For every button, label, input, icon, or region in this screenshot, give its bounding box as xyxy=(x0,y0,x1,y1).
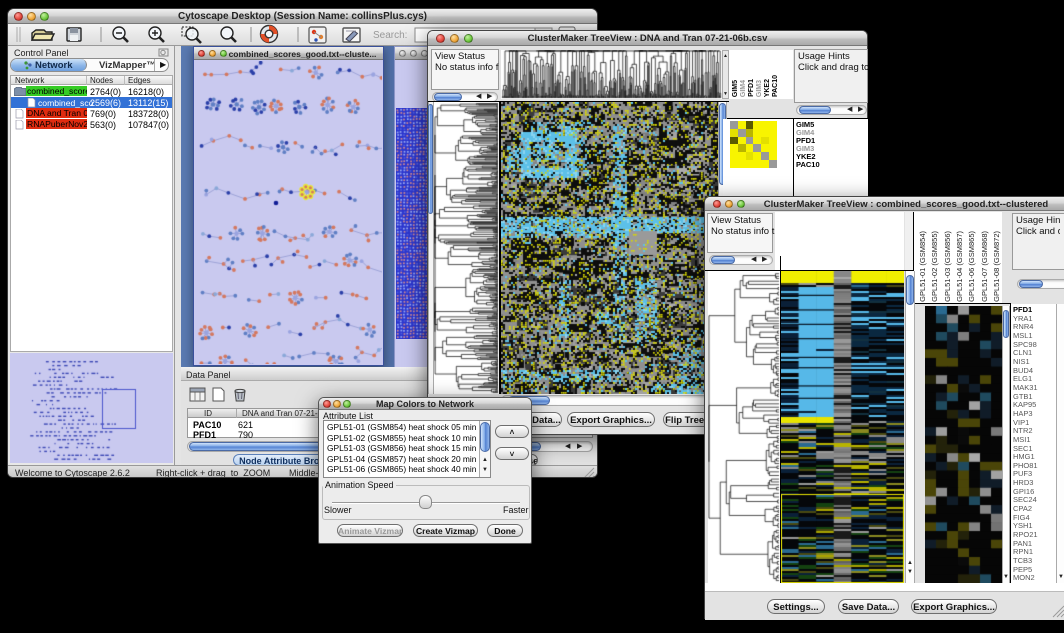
svg-text:Search:: Search: xyxy=(373,30,407,41)
